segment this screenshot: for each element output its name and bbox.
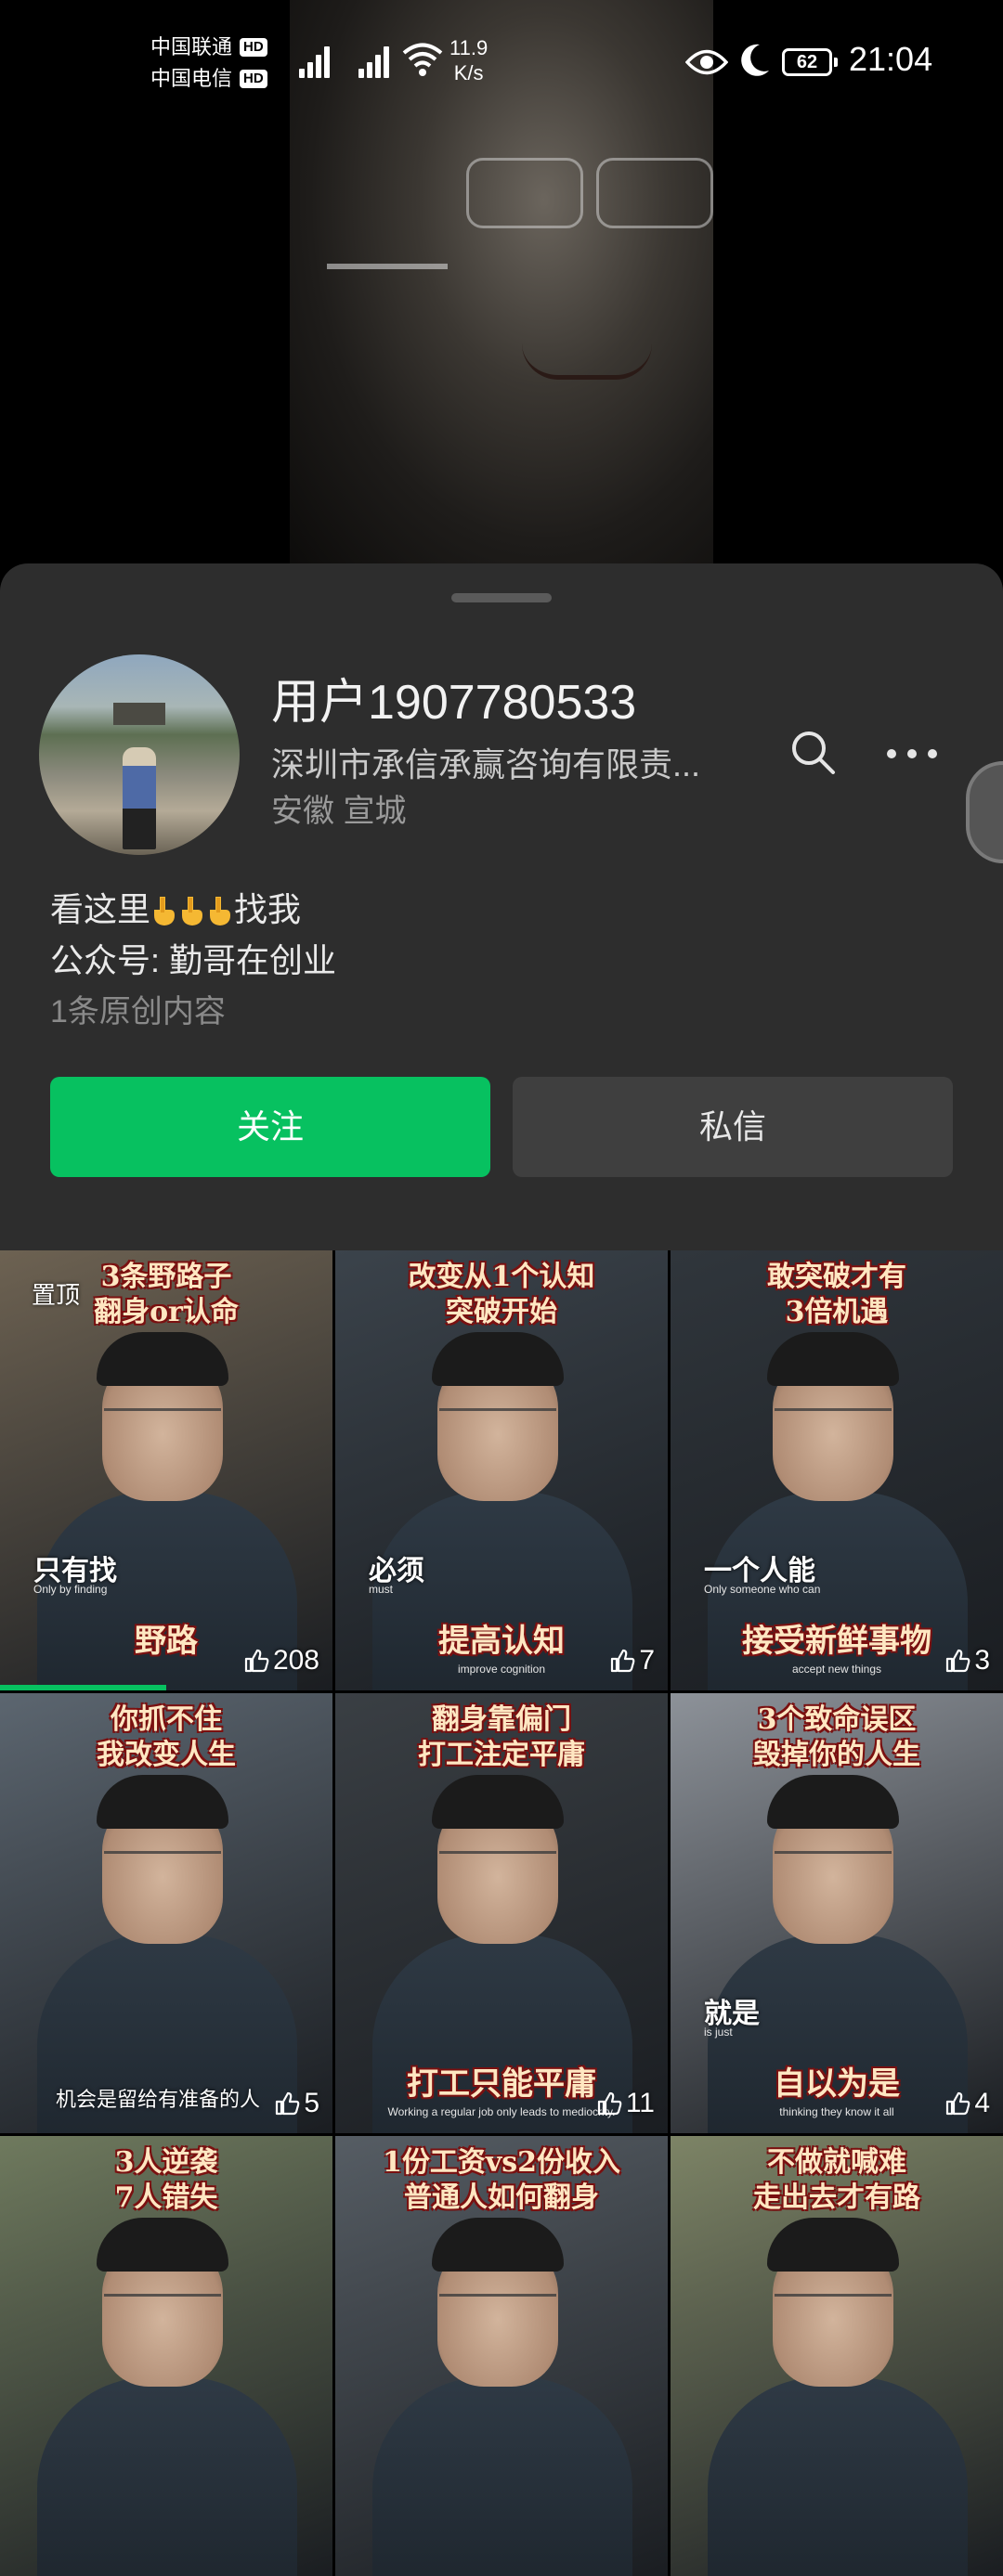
video-title: 1份工资vs2份收入 普通人如何翻身 bbox=[382, 2146, 621, 2214]
subtitle-en: Only by finding bbox=[33, 1583, 108, 1596]
video-title: 不做就喊难 走出去才有路 bbox=[753, 2146, 920, 2214]
video-title: 敢突破才有 3倍机遇 bbox=[767, 1261, 906, 1328]
battery-indicator: 62 bbox=[782, 48, 838, 76]
user-location: 安徽 宣城 bbox=[271, 794, 407, 829]
thumbs-up-icon bbox=[597, 2091, 622, 2116]
like-count: 11 bbox=[596, 2087, 655, 2120]
video-tile[interactable]: 3人逆袭 7人错失 bbox=[0, 2136, 332, 2576]
network-speed: 11.9 K/s bbox=[449, 36, 488, 84]
thumbs-up-icon bbox=[611, 1649, 635, 1673]
video-title: 翻身靠偏门 打工注定平庸 bbox=[418, 1703, 585, 1771]
message-button[interactable]: 私信 bbox=[513, 1077, 953, 1177]
moon-icon bbox=[741, 44, 769, 76]
clock: 21:04 bbox=[849, 40, 933, 78]
drag-handle[interactable] bbox=[451, 593, 552, 602]
video-caption: 机会是留给有准备的人 bbox=[56, 2088, 261, 2111]
video-tile[interactable]: 不做就喊难 走出去才有路 bbox=[671, 2136, 1003, 2576]
video-title: 3个致命误区 毁掉你的人生 bbox=[753, 1703, 920, 1771]
video-tile[interactable]: 敢突破才有 3倍机遇 一个人能 Only someone who can 接受新鲜事物 a… bbox=[671, 1250, 1003, 1690]
signal-icon bbox=[299, 45, 336, 78]
profile-sheet: 用户1907780533 深圳市承信承赢咨询有限责... 安徽 宣城 看这里 找我… bbox=[0, 563, 1003, 1250]
subtitle-en: Only someone who can bbox=[704, 1583, 821, 1596]
thumbs-up-icon bbox=[946, 1649, 970, 1673]
follow-button[interactable]: 关注 bbox=[50, 1077, 490, 1177]
like-count: 5 bbox=[274, 2087, 319, 2120]
search-icon[interactable] bbox=[789, 729, 838, 777]
thumbs-up-icon bbox=[244, 1649, 269, 1673]
hd-badge: HD bbox=[240, 70, 267, 88]
hd-badge: HD bbox=[240, 38, 267, 57]
carrier-2: 中国电信 bbox=[150, 67, 233, 90]
presenter-figure bbox=[708, 1935, 968, 2133]
video-tile[interactable]: 3个致命误区 毁掉你的人生 就是 is just 自以为是 thinking they k… bbox=[671, 1693, 1003, 2133]
pointing-down-icon bbox=[154, 897, 176, 926]
presenter-figure bbox=[708, 2377, 968, 2576]
like-count: 7 bbox=[609, 1644, 655, 1677]
video-tile[interactable]: 3条野路子 翻身or认命 置顶 只有找 Only by finding 野路 208 bbox=[0, 1250, 332, 1690]
bio-line-1: 看这里 找我 bbox=[50, 890, 302, 928]
avatar[interactable] bbox=[39, 654, 240, 855]
user-name: 用户1907780533 bbox=[271, 676, 637, 730]
like-count: 3 bbox=[944, 1644, 990, 1677]
status-bar: 中国联通 HD 中国电信 HD 11.9 K/s 62 21:04 bbox=[0, 0, 1003, 130]
pinned-badge: 置顶 bbox=[32, 1281, 81, 1309]
presenter-figure bbox=[372, 2377, 632, 2576]
presenter-figure bbox=[37, 2377, 297, 2576]
like-count: 4 bbox=[944, 2087, 990, 2120]
thumbs-up-icon bbox=[946, 2091, 970, 2116]
video-title: 你抓不住 我改变人生 bbox=[97, 1703, 236, 1771]
video-tile[interactable]: 改变从1个认知 突破开始 必须 must 提高认知 improve cognition 7 bbox=[335, 1250, 668, 1690]
video-grid: 3条野路子 翻身or认命 置顶 只有找 Only by finding 野路 208 改变从1… bbox=[0, 1250, 1003, 2576]
watch-progress-bar bbox=[0, 1685, 166, 1690]
video-title: 改变从1个认知 突破开始 bbox=[408, 1261, 595, 1328]
wifi-icon bbox=[402, 43, 443, 76]
eye-icon bbox=[685, 49, 728, 75]
presenter-figure bbox=[372, 1492, 632, 1690]
signal-icon bbox=[358, 45, 396, 78]
carrier-1: 中国联通 bbox=[150, 35, 233, 58]
company-name: 深圳市承信承赢咨询有限责... bbox=[271, 745, 701, 783]
like-count: 208 bbox=[243, 1644, 319, 1677]
thumbs-up-icon bbox=[276, 2091, 300, 2116]
carrier-info: 中国联通 HD 中国电信 HD bbox=[150, 32, 267, 95]
video-tile[interactable]: 翻身靠偏门 打工注定平庸 打工只能平庸 Working a regular job o… bbox=[335, 1693, 668, 2133]
subtitle-en: is just bbox=[704, 2026, 733, 2039]
video-tile[interactable]: 1份工资vs2份收入 普通人如何翻身 bbox=[335, 2136, 668, 2576]
pointing-down-icon bbox=[182, 897, 203, 926]
pointing-down-icon bbox=[210, 897, 231, 926]
video-tile[interactable]: 你抓不住 我改变人生机会是留给有准备的人 5 bbox=[0, 1693, 332, 2133]
more-icon[interactable] bbox=[884, 740, 940, 768]
presenter-figure bbox=[372, 1935, 632, 2133]
subtitle-en: must bbox=[369, 1583, 394, 1596]
video-title: 3人逆袭 7人错失 bbox=[114, 2146, 218, 2214]
bio-line-2: 公众号: 勤哥在创业 bbox=[50, 941, 337, 979]
original-content-count[interactable]: 1条原创内容 bbox=[50, 990, 226, 1033]
